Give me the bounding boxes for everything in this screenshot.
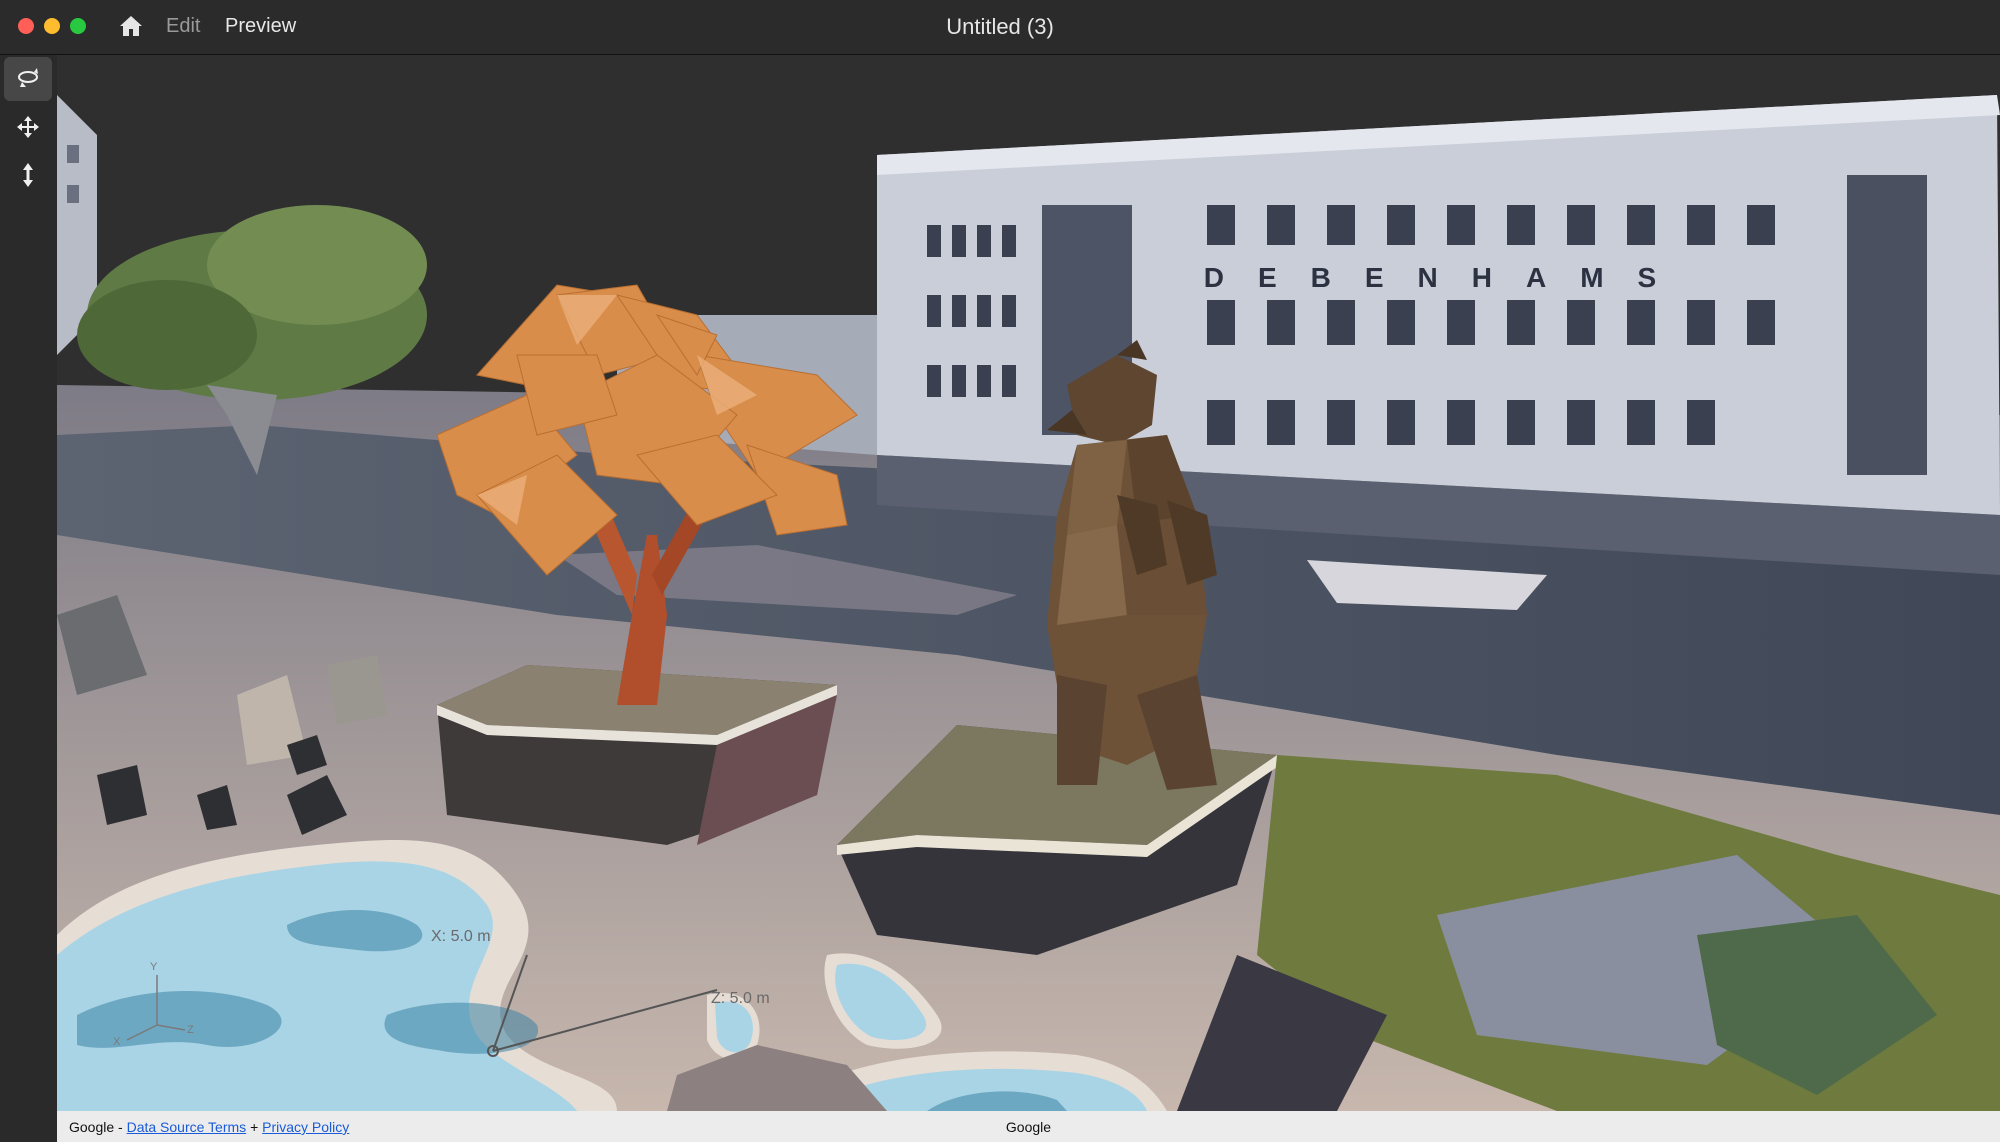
footer-plus: + (250, 1119, 259, 1135)
orbit-icon (18, 68, 38, 87)
privacy-policy-link[interactable]: Privacy Policy (262, 1119, 349, 1135)
data-source-terms-link[interactable]: Data Source Terms (127, 1119, 247, 1135)
svg-text:Y: Y (150, 961, 158, 973)
minimize-window-button[interactable] (44, 18, 60, 34)
move-tool-button[interactable] (4, 105, 52, 149)
maximize-window-button[interactable] (70, 18, 86, 34)
menu-edit[interactable]: Edit (166, 15, 200, 38)
orbit-tool-button[interactable] (4, 57, 52, 101)
scene-render: DEBENHAMS Y X Z (57, 55, 2000, 1111)
home-icon[interactable] (118, 14, 144, 38)
attribution-footer: Google - Data Source Terms + Privacy Pol… (57, 1111, 2000, 1142)
3d-viewport[interactable]: DEBENHAMS Y X Z X: 5.0 m Z: 5.0 m (57, 55, 2000, 1111)
z-dimension-label: Z: 5.0 m (711, 990, 770, 1007)
title-bar: Edit Preview Untitled (3) (0, 0, 2000, 55)
vertical-move-icon (23, 163, 33, 187)
move-icon (17, 116, 39, 138)
debenhams-sign: DEBENHAMS (1204, 262, 1690, 293)
vertical-move-tool-button[interactable] (4, 153, 52, 197)
tool-sidebar (0, 55, 57, 1142)
svg-text:Z: Z (187, 1024, 194, 1036)
close-window-button[interactable] (18, 18, 34, 34)
window-title: Untitled (3) (946, 14, 1054, 39)
svg-text:X: X (113, 1036, 121, 1048)
menu-preview[interactable]: Preview (225, 15, 296, 38)
footer-prefix: Google - (69, 1119, 123, 1135)
x-dimension-label: X: 5.0 m (431, 928, 491, 945)
